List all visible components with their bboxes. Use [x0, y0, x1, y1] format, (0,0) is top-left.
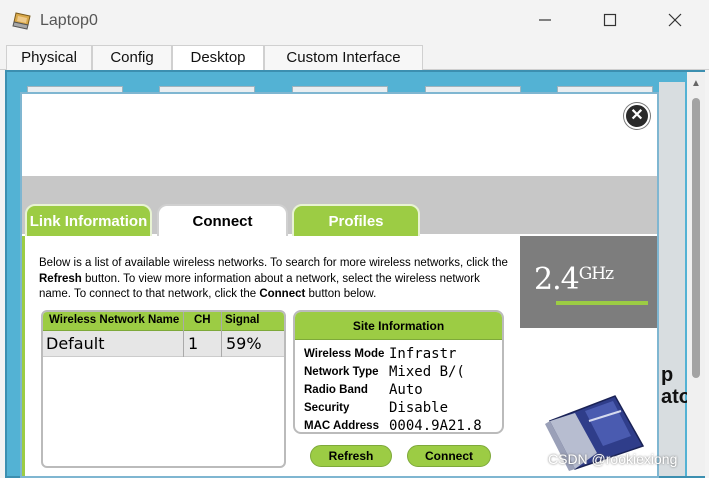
scroll-thumb[interactable]	[692, 98, 700, 378]
wireless-network-list: Wireless Network Name CH Signal Default …	[41, 310, 286, 468]
tab-physical[interactable]: Physical	[6, 45, 92, 71]
site-value-security: Disable	[389, 400, 449, 416]
window-title-bar: Laptop0	[0, 0, 709, 42]
watermark: CSDN @rookiexiong	[548, 451, 678, 467]
column-header-name: Wireless Network Name	[49, 314, 180, 326]
tab-profiles[interactable]: Profiles	[292, 204, 420, 238]
network-name: Default	[46, 334, 105, 353]
dialog-tab-strip: Link Information Connect Profiles	[22, 176, 657, 240]
maximize-icon[interactable]	[596, 8, 624, 34]
site-value-radio-band: Auto	[389, 382, 423, 398]
column-header-ch: CH	[194, 314, 211, 326]
tab-connect[interactable]: Connect	[157, 204, 288, 240]
site-label-mac-address: MAC Address	[304, 420, 379, 432]
column-header-signal: Signal	[225, 314, 260, 326]
tab-link-information[interactable]: Link Information	[25, 204, 152, 238]
close-circle-icon[interactable]: ✕	[624, 103, 650, 129]
table-row[interactable]: Default 1 59%	[43, 331, 284, 357]
column-divider	[183, 312, 184, 357]
close-icon[interactable]	[661, 8, 689, 34]
band-badge: 2.4GHz	[520, 236, 657, 328]
desktop-app-column	[659, 82, 685, 476]
minimize-icon[interactable]	[531, 8, 559, 34]
band-label: 2.4GHz	[534, 262, 614, 297]
site-information-title: Site Information	[295, 312, 502, 340]
site-information-panel: Site Information Wireless Mode Infrastr …	[293, 310, 504, 434]
tab-custom-interface[interactable]: Custom Interface	[264, 45, 423, 71]
wireless-pc-dialog: ✕ Link Information Connect Profiles Belo…	[20, 92, 659, 478]
site-label-network-type: Network Type	[304, 366, 379, 378]
scroll-up-icon[interactable]: ▲	[691, 78, 701, 89]
network-channel: 1	[188, 334, 199, 353]
desktop-scrollbar[interactable]: ▲	[687, 72, 705, 476]
column-divider	[221, 312, 222, 357]
side-brand-panel: 2.4GHz	[520, 236, 657, 476]
tab-bar: Physical Config Desktop Custom Interface	[0, 42, 709, 72]
site-label-wireless-mode: Wireless Mode	[304, 348, 385, 360]
site-value-wireless-mode: Infrastr	[389, 346, 457, 362]
site-value-mac-address: 0004.9A21.8	[389, 418, 482, 434]
site-value-network-type: Mixed B/(	[389, 364, 465, 380]
window-title: Laptop0	[40, 12, 98, 29]
tab-desktop[interactable]: Desktop	[172, 45, 264, 72]
connect-panel: Below is a list of available wireless ne…	[22, 236, 519, 476]
connect-button[interactable]: Connect	[407, 445, 491, 467]
site-label-radio-band: Radio Band	[304, 384, 368, 396]
refresh-button[interactable]: Refresh	[310, 445, 392, 467]
laptop-app-icon	[12, 12, 31, 30]
site-label-security: Security	[304, 402, 350, 414]
connect-instructions: Below is a list of available wireless ne…	[39, 257, 508, 300]
tab-config[interactable]: Config	[92, 45, 172, 71]
network-list-header: Wireless Network Name CH Signal	[43, 312, 284, 331]
band-underline	[556, 301, 648, 305]
network-signal: 59%	[226, 334, 262, 353]
